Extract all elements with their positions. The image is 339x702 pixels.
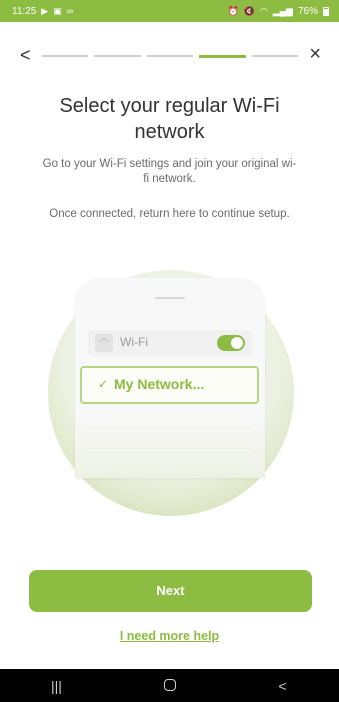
cell-signal-icon: ▂▄▆ [272,5,293,16]
battery-level: 76% [297,5,318,17]
link-icon: ∞ [66,5,74,16]
return-instruction-text: Once connected, return here to continue … [49,208,290,220]
step-5 [251,55,299,57]
status-bar: 11:25 ▶ ▣ ∞ ⏰ 🔇 ◠ ▂▄▆ 76% [0,0,339,22]
next-button[interactable]: Next [29,570,312,612]
step-2 [94,55,141,57]
battery-icon [323,6,329,16]
wifi-signal-icon: ◠ [259,5,268,16]
alarm-icon: ⏰ [227,5,239,16]
step-3 [146,55,194,57]
phone-notch [155,297,185,299]
wifi-icon: ◠ [95,334,113,352]
list-divider [88,448,252,449]
top-navigation: < × [0,43,339,68]
check-icon: ✓ [98,377,109,391]
home-icon [163,678,176,691]
wifi-setting-row: ◠ Wi-Fi [88,330,252,356]
step-1 [42,55,89,57]
selected-network-row: ✓ My Network... [80,366,259,404]
list-divider [88,428,252,429]
status-right: ⏰ 🔇 ◠ ▂▄▆ 76% [227,6,329,17]
network-name: My Network... [114,376,205,392]
page-title: Select your regular Wi-Fi network [59,95,280,143]
wifi-toggle [217,335,245,351]
system-back-button[interactable]: < [253,678,313,694]
help-link[interactable]: I need more help [0,629,339,643]
wifi-label: Wi-Fi [120,335,148,349]
list-divider [88,468,252,469]
app-notification-icon: ▶ [41,5,49,16]
status-time: 11:25 [12,5,37,17]
close-button[interactable]: × [309,43,321,65]
wifi-illustration: ◠ Wi-Fi ✓ My Network... [0,270,339,516]
status-left: 11:25 ▶ ▣ ∞ [12,6,73,17]
step-progress [42,54,299,58]
step-4-active [199,54,246,58]
mute-icon: 🔇 [243,5,255,16]
system-nav-bar: ||| < [0,669,339,702]
back-button[interactable]: < [20,44,31,66]
image-icon: ▣ [53,5,62,16]
recent-apps-button[interactable]: ||| [27,678,87,694]
home-button[interactable] [140,678,200,694]
instruction-text: Go to your Wi-Fi settings and join your … [42,158,297,185]
